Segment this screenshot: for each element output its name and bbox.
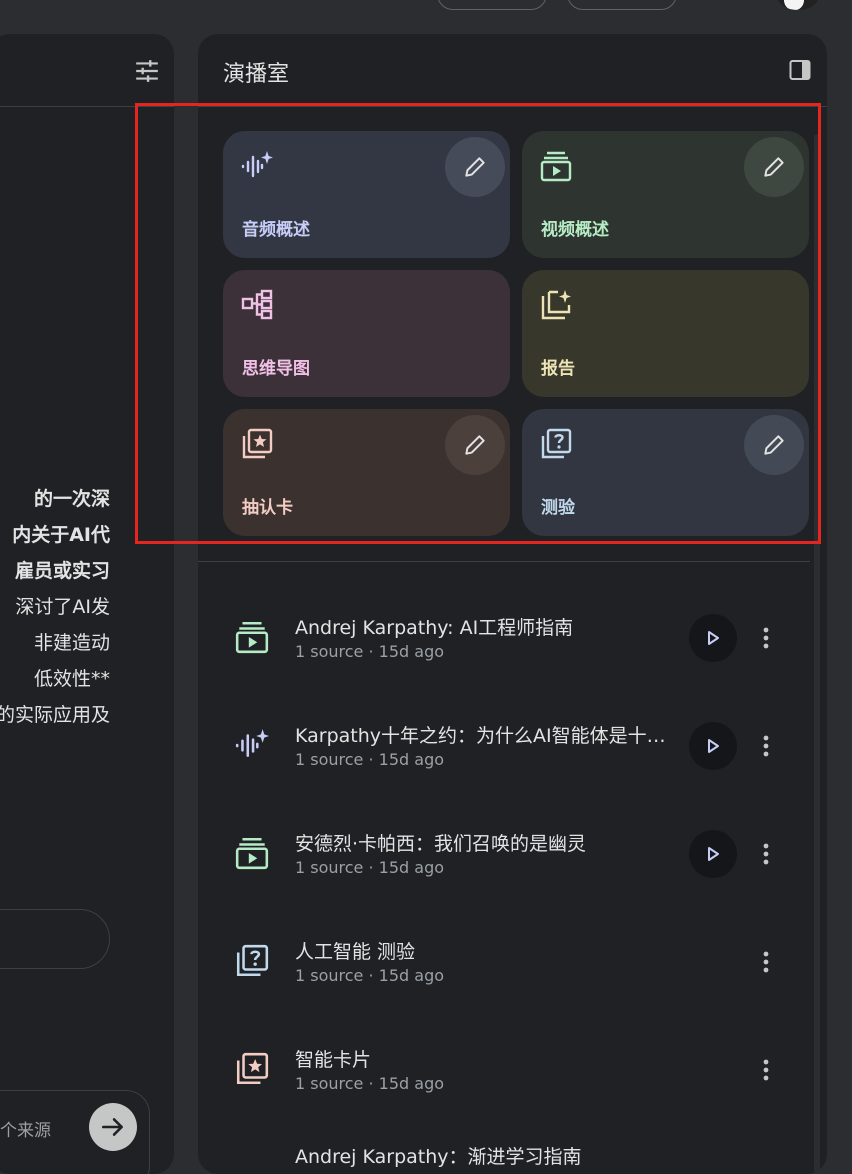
play-icon (708, 847, 719, 861)
quiz-icon (236, 944, 269, 977)
suggestion-chip[interactable] (0, 909, 110, 969)
list-item[interactable]: 人工智能 测验 1 source · 15d ago (198, 907, 810, 1007)
top-bar-button-right[interactable] (567, 0, 677, 10)
more-options-button[interactable] (755, 728, 777, 764)
list-divider (198, 561, 810, 562)
pencil-icon (764, 157, 784, 177)
tile-audio-overview[interactable]: 音频概述 (223, 131, 510, 258)
play-icon (708, 739, 719, 753)
item-meta: 1 source · 15d ago (295, 858, 445, 877)
report-sparkle-icon (541, 290, 571, 320)
video-slides-icon (235, 621, 269, 654)
item-title: Karpathy十年之约：为什么AI智能体是十年而非一年的事 (295, 725, 677, 747)
tile-video-overview[interactable]: 视频概述 (522, 131, 809, 258)
list-item[interactable]: Andrej Karpathy: AI工程师指南 1 source · 15d … (198, 583, 810, 683)
item-meta: 1 source · 15d ago (295, 750, 445, 769)
more-vert-icon (763, 843, 769, 865)
item-title: 智能卡片 (295, 1049, 372, 1071)
chat-header-divider (0, 106, 174, 107)
tile-label: 音频概述 (242, 220, 310, 240)
play-icon (708, 631, 719, 645)
studio-title: 演播室 (223, 62, 290, 87)
tune-icon[interactable] (134, 58, 160, 84)
avatar[interactable] (778, 0, 818, 10)
more-vert-icon (763, 951, 769, 973)
more-options-button[interactable] (755, 1052, 777, 1088)
studio-panel: 演播室 音频概述 视频概述 思维导图 报告 抽认卡 测验 Andrej Karp… (198, 34, 827, 1174)
quiz-icon (541, 428, 572, 459)
studio-header-divider (198, 106, 827, 107)
pencil-icon (764, 435, 784, 455)
more-vert-icon (763, 735, 769, 757)
play-button[interactable] (689, 830, 737, 878)
tile-label: 抽认卡 (242, 498, 293, 518)
list-item[interactable]: 智能卡片 1 source · 15d ago (198, 1015, 810, 1115)
chat-text-line: 深讨了AI发 (15, 596, 110, 618)
item-title-partial[interactable]: Andrej Karpathy：渐进学习指南 (295, 1142, 582, 1169)
item-title: 人工智能 测验 (295, 941, 416, 963)
edit-button[interactable] (744, 137, 804, 197)
tile-label: 思维导图 (242, 359, 310, 379)
more-options-button[interactable] (755, 836, 777, 872)
top-bar-button-left[interactable] (437, 0, 547, 10)
audio-sparkle-icon (235, 729, 269, 757)
video-slides-icon (540, 151, 572, 182)
chat-text-line: 低效性** (33, 668, 110, 690)
mind-map-icon (241, 289, 273, 320)
chat-text-line: 内关于AI代 (12, 524, 110, 546)
item-title: 安德烈·卡帕西：我们召唤的是幽灵 (295, 833, 587, 855)
edit-button[interactable] (445, 415, 505, 475)
tile-report[interactable]: 报告 (522, 270, 809, 397)
chat-text-line: 非建造动 (33, 632, 110, 654)
flashcards-icon (242, 428, 273, 459)
more-vert-icon (763, 1059, 769, 1081)
more-options-button[interactable] (755, 944, 777, 980)
video-slides-icon (235, 837, 269, 870)
tile-label: 视频概述 (541, 220, 609, 240)
arrow-right-icon (101, 1118, 123, 1136)
item-meta: 1 source · 15d ago (295, 966, 445, 985)
item-meta: 1 source · 15d ago (295, 1074, 445, 1093)
edit-button[interactable] (744, 415, 804, 475)
audio-sparkle-icon (241, 151, 273, 178)
play-button[interactable] (689, 722, 737, 770)
send-button[interactable] (89, 1103, 137, 1151)
chat-text-line: 的实际应用及 (0, 704, 110, 726)
chat-text-line: 的一次深 (33, 488, 110, 510)
chat-panel: 的一次深 内关于AI代 雇员或实习 深讨了AI发 非建造动 低效性** 的实际应… (0, 34, 174, 1174)
collapse-panel-icon[interactable] (788, 58, 812, 82)
tile-mind-map[interactable]: 思维导图 (223, 270, 510, 397)
list-item[interactable]: 安德烈·卡帕西：我们召唤的是幽灵 1 source · 15d ago (198, 799, 810, 899)
play-button[interactable] (689, 614, 737, 662)
edit-button[interactable] (445, 137, 505, 197)
scrollbar[interactable] (814, 134, 820, 1174)
list-item[interactable]: Karpathy十年之约：为什么AI智能体是十年而非一年的事 1 source … (198, 691, 810, 791)
source-count-label: 个来源 (0, 1121, 51, 1141)
tile-label: 报告 (541, 359, 575, 379)
tile-label: 测验 (541, 498, 575, 518)
more-vert-icon (763, 627, 769, 649)
item-meta: 1 source · 15d ago (295, 642, 445, 661)
flashcards-icon (236, 1052, 269, 1085)
tile-flashcards[interactable]: 抽认卡 (223, 409, 510, 536)
chat-text-line: 雇员或实习 (14, 560, 110, 582)
pencil-icon (465, 157, 485, 177)
item-title: Andrej Karpathy: AI工程师指南 (295, 617, 574, 639)
pencil-icon (465, 435, 485, 455)
tile-quiz[interactable]: 测验 (522, 409, 809, 536)
more-options-button[interactable] (755, 620, 777, 656)
